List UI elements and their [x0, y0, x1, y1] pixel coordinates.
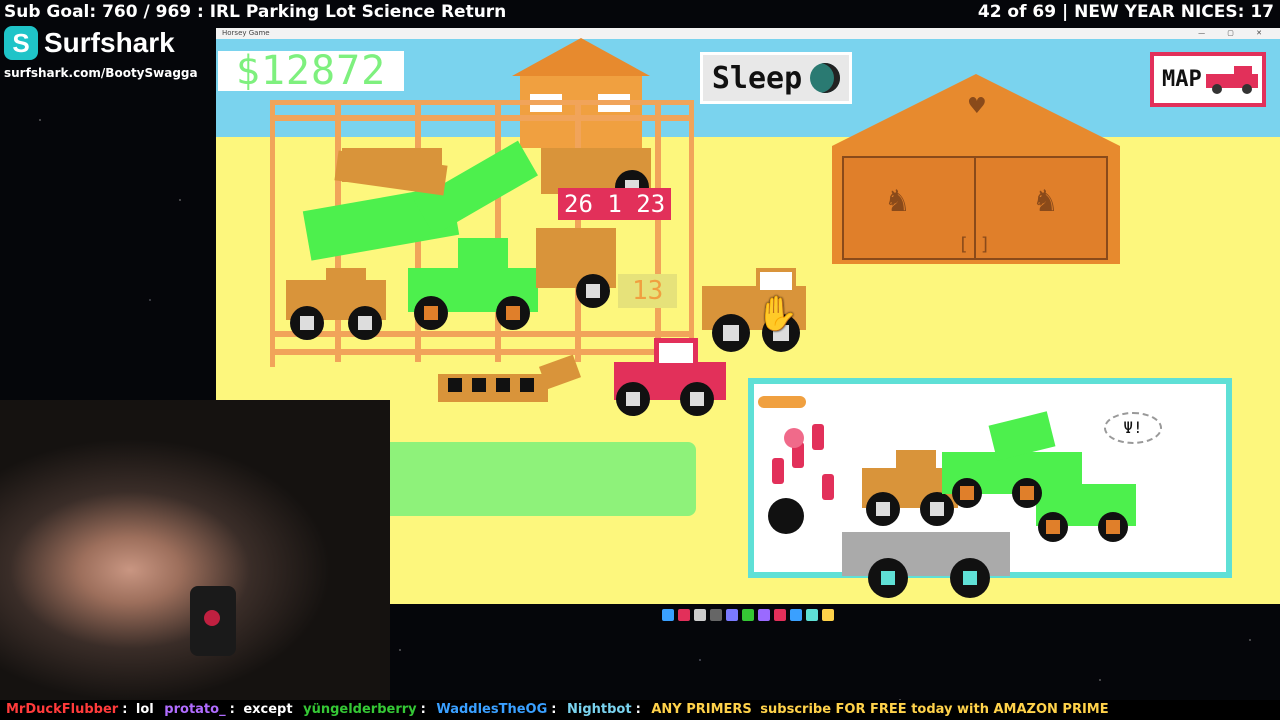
app-icon[interactable]: [726, 609, 738, 621]
money-display: $12872: [218, 51, 404, 91]
chat-message: lol: [135, 702, 154, 717]
streamer-webcam: [0, 400, 390, 700]
chat-username: protato_: [164, 702, 226, 717]
app-icon[interactable]: [790, 609, 802, 621]
grab-hand-cursor-icon: ✋: [756, 294, 799, 334]
potion-bottle-icon[interactable]: [822, 474, 834, 500]
barn-slot-label: [ ]: [958, 234, 991, 255]
map-label: MAP: [1162, 67, 1202, 92]
potion-bottle-icon[interactable]: [772, 458, 784, 484]
price-tag: 26 1 23: [558, 188, 672, 220]
microphone-icon: [190, 586, 236, 656]
window-titlebar[interactable]: Horsey Game — ▢ ✕: [216, 28, 1280, 39]
chat-username: WaddlesTheOG: [436, 702, 548, 717]
surfshark-icon: S: [4, 26, 38, 60]
chat-ticker: MrDuckFlubber: lol protato_: except yüng…: [0, 700, 1280, 720]
bone-icon[interactable]: [758, 396, 806, 408]
app-icon[interactable]: [678, 609, 690, 621]
app-icon[interactable]: [806, 609, 818, 621]
app-icon[interactable]: [694, 609, 706, 621]
potion-bottle-icon[interactable]: [784, 428, 804, 448]
brown-van[interactable]: [536, 218, 616, 308]
windows-start-icon[interactable]: [662, 609, 674, 621]
potion-bottle-icon[interactable]: [812, 424, 824, 450]
chat-username: MrDuckFlubber: [6, 702, 119, 717]
trailer-wheel: [868, 558, 908, 598]
chat-message: subscribe FOR FREE today with AMAZON PRI…: [760, 702, 1109, 717]
truck-icon: [1205, 65, 1258, 94]
stream-header: Sub Goal: 760 / 969 : IRL Parking Lot Sc…: [0, 0, 1280, 26]
brown-horse[interactable]: [342, 148, 442, 188]
black-brown-horse[interactable]: [438, 354, 582, 420]
chat-username: ANY PRIMERS: [651, 702, 752, 717]
horse-icon: ♞: [884, 184, 911, 219]
sponsor-overlay: S Surfshark surfshark.com/BootySwagga: [4, 26, 209, 80]
map-button[interactable]: MAP: [1150, 52, 1266, 107]
speech-bubble: Ψ!: [1104, 412, 1162, 444]
trailer-wheel: [950, 558, 990, 598]
horse-icon: ♞: [1032, 184, 1059, 219]
app-icon[interactable]: [774, 609, 786, 621]
brown-truck[interactable]: [286, 268, 386, 340]
heart-icon: ♥: [967, 94, 987, 119]
sale-counter-tag: 13: [618, 274, 678, 308]
sponsor-logo: S Surfshark: [4, 26, 209, 60]
sponsor-url: surfshark.com/BootySwagga: [4, 66, 198, 80]
chat-username: Nightbot: [567, 702, 632, 717]
sponsor-name: Surfshark: [44, 27, 175, 58]
window-controls[interactable]: — ▢ ✕: [1198, 28, 1272, 39]
app-icon[interactable]: [822, 609, 834, 621]
window-title: Horsey Game: [222, 29, 270, 37]
sleep-button[interactable]: Sleep: [700, 52, 852, 104]
chat-message: except: [243, 702, 293, 717]
app-icon[interactable]: [758, 609, 770, 621]
bomb-icon[interactable]: [768, 498, 804, 534]
sleep-label: Sleep: [711, 60, 803, 96]
app-icon[interactable]: [742, 609, 754, 621]
barn[interactable]: ♥ ♞ ♞ [ ]: [832, 74, 1120, 264]
app-icon[interactable]: [710, 609, 722, 621]
chat-username: yüngelderberry: [303, 702, 417, 717]
counter-text: 42 of 69 | NEW YEAR NICES: 17: [977, 2, 1274, 22]
red-truck[interactable]: [614, 332, 726, 416]
sub-goal-text: Sub Goal: 760 / 969 : IRL Parking Lot Sc…: [4, 2, 507, 22]
